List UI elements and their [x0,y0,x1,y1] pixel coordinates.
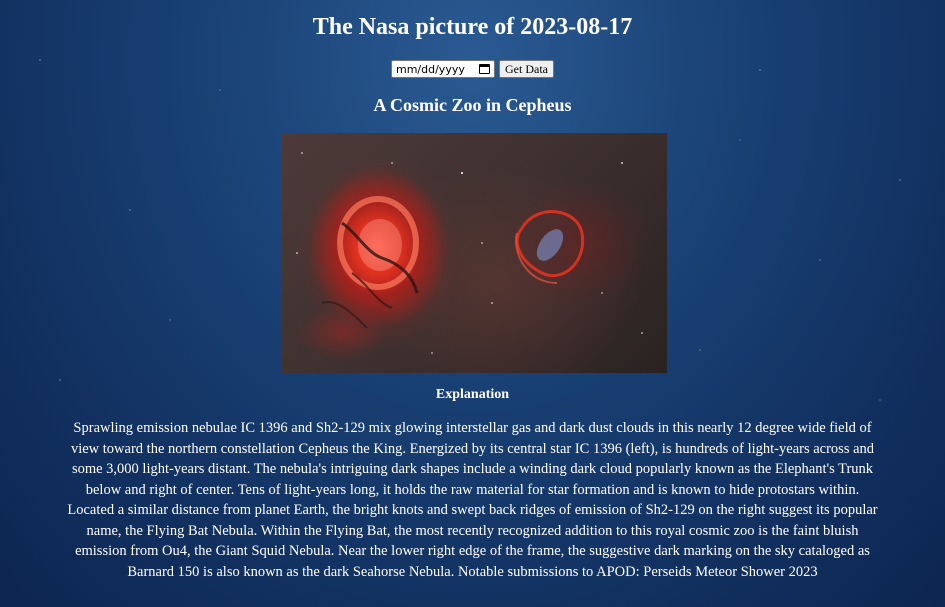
get-data-button[interactable]: Get Data [499,60,554,78]
calendar-icon[interactable] [479,64,490,74]
explanation-heading: Explanation [435,387,510,402]
explanation-text: Sprawling emission nebulae IC 1396 and S… [67,420,878,580]
date-input-placeholder: mm/dd/yyyy [396,62,465,76]
page-title: The Nasa picture of 2023-08-17 [312,14,633,40]
date-input[interactable]: mm/dd/yyyy [391,60,495,78]
apod-image [282,133,667,373]
picture-title: A Cosmic Zoo in Cepheus [373,95,572,115]
date-controls: mm/dd/yyyy Get Data [0,60,945,78]
nebula-illustration [296,152,643,354]
